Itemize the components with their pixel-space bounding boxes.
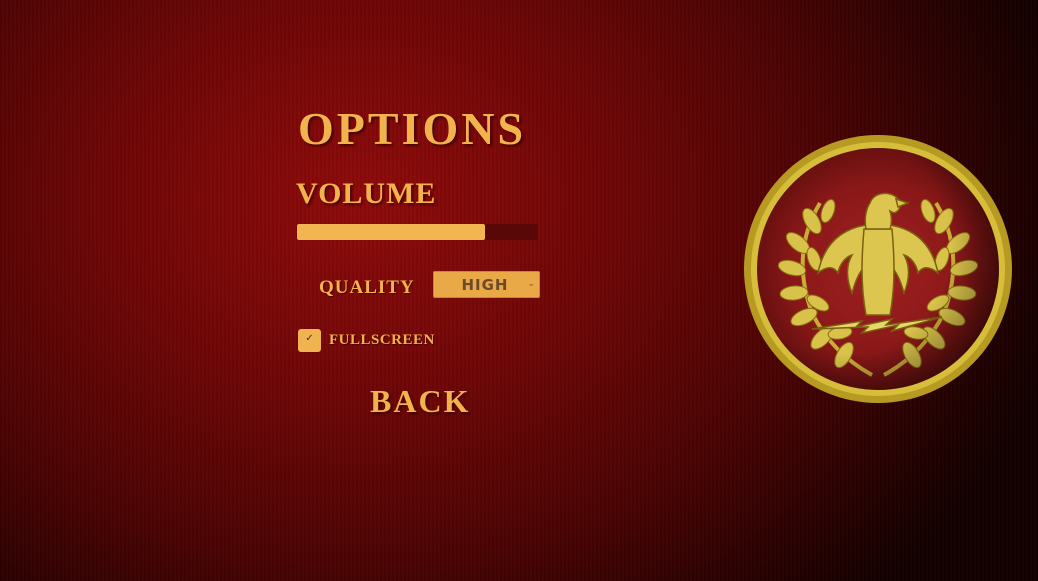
- checkmark-icon: ✓: [305, 333, 314, 344]
- fullscreen-label: FULLSCREEN: [329, 332, 435, 348]
- quality-label: QUALITY: [319, 277, 415, 298]
- quality-dropdown[interactable]: HIGH ⌄: [433, 271, 540, 298]
- quality-selected-value: HIGH: [461, 276, 509, 294]
- back-button[interactable]: BACK: [370, 385, 470, 417]
- roman-eagle-emblem-icon: [744, 135, 1012, 403]
- fullscreen-checkbox[interactable]: ✓: [298, 329, 321, 352]
- volume-label: VOLUME: [296, 177, 437, 210]
- volume-slider[interactable]: [297, 224, 538, 240]
- volume-slider-fill[interactable]: [297, 224, 485, 240]
- chevron-down-icon: ⌄: [527, 279, 535, 289]
- page-title: OPTIONS: [298, 103, 527, 154]
